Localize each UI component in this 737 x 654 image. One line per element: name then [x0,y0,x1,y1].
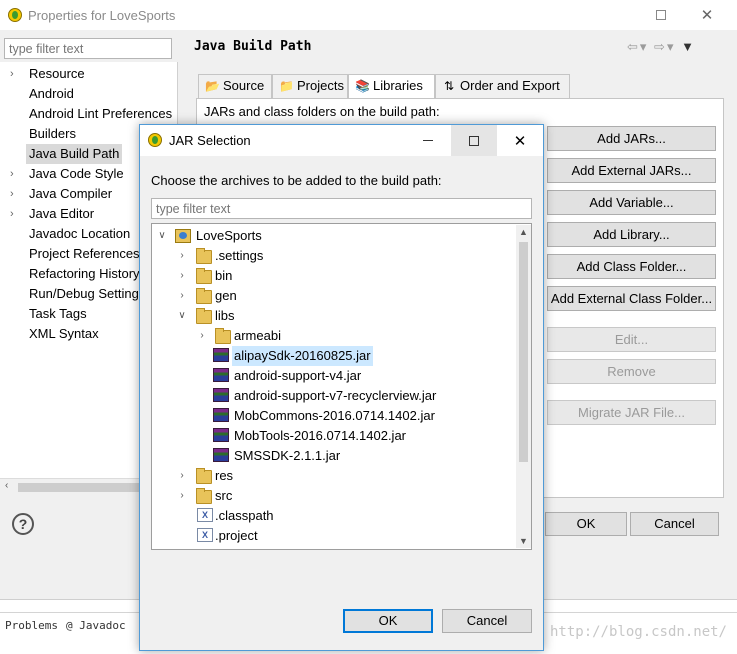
maximize-button[interactable] [638,0,684,30]
add-library-button[interactable]: Add Library... [547,222,716,247]
close-button[interactable]: ✕ [684,0,730,30]
jar-tree-vertical-scrollbar[interactable]: ▲ ▼ [516,225,531,548]
close-button[interactable]: ✕ [497,125,543,156]
maximize-button[interactable] [451,125,497,156]
maximize-icon [469,135,479,146]
jar-dialog-instruction: Choose the archives to be added to the b… [151,173,442,188]
jar-dialog-title: JAR Selection [169,133,251,148]
order-export-icon: ⇅ [443,79,455,93]
window-title: Properties for LoveSports [28,8,176,23]
scroll-up-icon[interactable]: ▲ [516,227,531,237]
jar-selection-dialog: JAR Selection ✕ Choose the archives to b… [139,124,544,651]
jar-dialog-titlebar: JAR Selection ✕ [140,125,543,156]
folder-icon [196,468,212,484]
chevron-right-icon[interactable]: › [176,266,188,286]
minimize-icon [423,140,433,141]
jar-icon [213,388,229,402]
category-filter-input[interactable] [4,38,172,59]
add-jars-button[interactable]: Add JARs... [547,126,716,151]
properties-cancel-button[interactable]: Cancel [630,512,719,536]
problems-tab[interactable]: Problems [5,619,58,632]
chevron-right-icon[interactable]: › [196,326,208,346]
minimize-button[interactable] [405,125,451,156]
page-title: Java Build Path [194,39,312,54]
source-folder-icon: 📂 [205,79,220,93]
folder-icon [196,488,212,504]
add-variable-button[interactable]: Add Variable... [547,190,716,215]
jar-filter-input[interactable] [151,198,532,219]
edit-button[interactable]: Edit... [547,327,716,352]
chevron-right-icon[interactable]: › [10,184,20,204]
jar-dialog-ok-button[interactable]: OK [343,609,433,633]
tab-order-and-export[interactable]: ⇅ Order and Export [435,74,570,98]
back-arrow-icon[interactable]: ⇦▾ [627,39,648,54]
javadoc-tab[interactable]: @ Javadoc [66,619,126,632]
xml-file-icon: X [197,528,213,542]
tab-libraries[interactable]: 📚 Libraries [348,74,435,99]
eclipse-app-icon [148,133,162,147]
chevron-right-icon[interactable]: › [176,246,188,266]
maximize-icon [656,10,666,20]
chevron-right-icon[interactable]: › [176,466,188,486]
chevron-right-icon[interactable]: › [10,204,20,224]
jar-icon [213,348,229,362]
jar-icon [213,448,229,462]
jar-icon [213,368,229,382]
chevron-right-icon[interactable]: › [176,286,188,306]
tab-source[interactable]: 📂 Source [198,74,272,98]
folder-icon [196,248,212,264]
chevron-right-icon[interactable]: › [176,486,188,506]
libraries-icon: 📚 [355,79,370,93]
add-external-class-folder-button[interactable]: Add External Class Folder... [547,286,716,311]
add-class-folder-button[interactable]: Add Class Folder... [547,254,716,279]
folder-icon [215,328,231,344]
close-icon: ✕ [700,7,714,24]
properties-ok-button[interactable]: OK [545,512,627,536]
tab-projects[interactable]: 📁 Projects [272,74,348,98]
project-icon [175,229,191,243]
folder-icon [196,308,212,324]
folder-icon [196,288,212,304]
jars-label: JARs and class folders on the build path… [204,104,440,119]
view-menu-icon[interactable]: ▼ [681,39,696,54]
eclipse-app-icon [8,8,22,22]
properties-titlebar: Properties for LoveSports ✕ [0,0,737,30]
chevron-down-icon[interactable]: ∨ [176,306,188,326]
navigation-arrows: ⇦▾ ⇨▾ ▼ [627,39,696,55]
remove-button[interactable]: Remove [547,359,716,384]
scroll-down-icon[interactable]: ▼ [516,536,531,546]
help-icon[interactable]: ? [12,513,34,535]
jar-tree: ∨ LoveSports › .settings › bin › gen ∨ l… [151,223,532,550]
add-external-jars-button[interactable]: Add External JARs... [547,158,716,183]
jar-icon [213,408,229,422]
xml-file-icon: X [197,508,213,522]
chevron-right-icon[interactable]: › [10,64,20,84]
close-icon: ✕ [513,132,527,150]
scroll-left-icon[interactable]: ‹ [5,480,8,491]
chevron-right-icon[interactable]: › [10,164,20,184]
chevron-down-icon[interactable]: ∨ [156,226,168,246]
jar-dialog-cancel-button[interactable]: Cancel [442,609,532,633]
forward-arrow-icon[interactable]: ⇨▾ [654,39,675,54]
scrollbar-thumb[interactable] [519,242,528,462]
migrate-jar-button[interactable]: Migrate JAR File... [547,400,716,425]
folder-icon [196,268,212,284]
projects-icon: 📁 [279,79,294,93]
jar-icon [213,428,229,442]
watermark: http://blog.csdn.net/ [549,624,727,640]
